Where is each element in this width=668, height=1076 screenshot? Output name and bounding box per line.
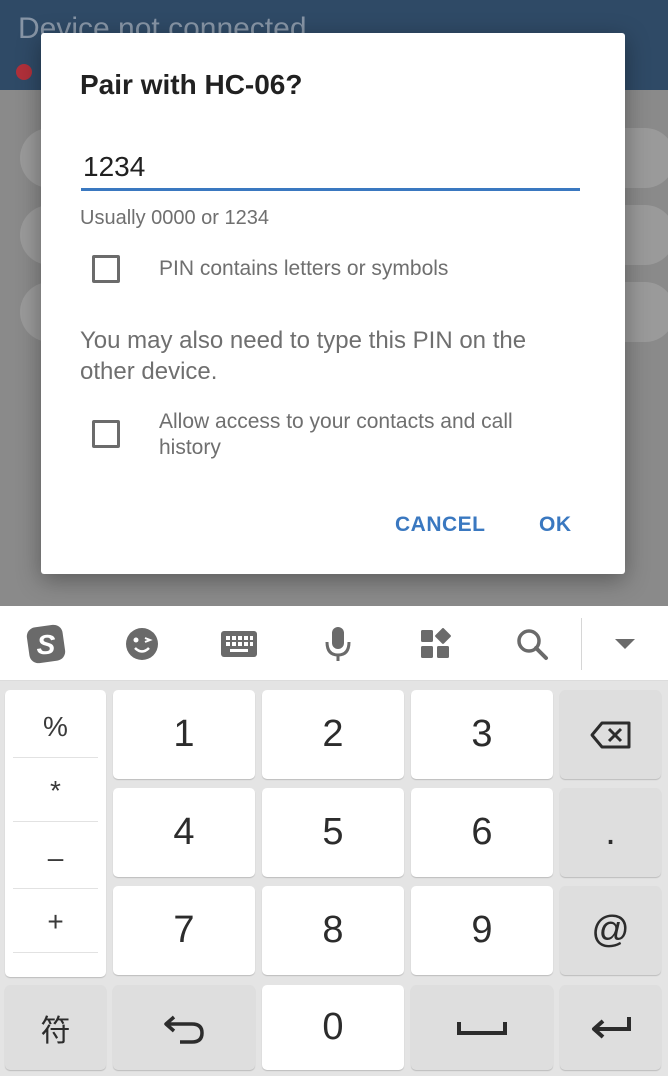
key-1[interactable]: 1 bbox=[113, 690, 255, 779]
undo-return-icon bbox=[164, 1015, 204, 1044]
enter-key[interactable] bbox=[560, 985, 661, 1070]
contacts-access-checkbox[interactable] bbox=[92, 420, 120, 448]
microphone-icon[interactable] bbox=[318, 624, 358, 664]
pin-letters-checkbox[interactable] bbox=[92, 255, 120, 283]
cancel-button[interactable]: CANCEL bbox=[395, 513, 486, 537]
key-2[interactable]: 2 bbox=[262, 690, 404, 779]
space-key[interactable] bbox=[411, 985, 553, 1070]
symbol-key-percent[interactable]: % bbox=[13, 696, 98, 758]
key-4[interactable]: 4 bbox=[113, 788, 255, 877]
symbols-key[interactable]: 符 bbox=[5, 985, 106, 1070]
pin-letters-label[interactable]: PIN contains letters or symbols bbox=[159, 257, 448, 281]
emoji-icon[interactable] bbox=[122, 624, 162, 664]
enter-icon bbox=[591, 1016, 631, 1038]
symbol-key-comma[interactable]: , bbox=[13, 948, 98, 977]
return-key[interactable] bbox=[113, 985, 255, 1070]
pairing-dialog: Pair with HC-06? Usually 0000 or 1234 PI… bbox=[41, 33, 625, 574]
backspace-icon bbox=[590, 721, 630, 748]
svg-text:S: S bbox=[37, 629, 56, 660]
space-icon bbox=[457, 1021, 507, 1035]
symbol-key-plus[interactable]: + bbox=[13, 891, 98, 953]
key-5[interactable]: 5 bbox=[262, 788, 404, 877]
numeric-keyboard: % * – + , 1 2 3 4 5 6 . 7 8 9 @ 符 0 bbox=[0, 681, 668, 1076]
symbol-key-minus[interactable]: – bbox=[13, 827, 98, 889]
dialog-title: Pair with HC-06? bbox=[80, 69, 303, 100]
key-3[interactable]: 3 bbox=[411, 690, 553, 779]
keyboard-icon[interactable] bbox=[219, 624, 259, 664]
collapse-down-icon[interactable] bbox=[605, 624, 645, 664]
symbol-key-asterisk[interactable]: * bbox=[13, 760, 98, 822]
key-7[interactable]: 7 bbox=[113, 886, 255, 975]
sogou-logo-icon[interactable]: S bbox=[24, 622, 68, 666]
toolbar-divider bbox=[581, 618, 582, 670]
pin-hint: Usually 0000 or 1234 bbox=[80, 207, 270, 229]
key-0[interactable]: 0 bbox=[262, 985, 404, 1070]
contacts-access-label[interactable]: Allow access to your contacts and call h… bbox=[159, 409, 579, 461]
symbol-list[interactable]: % * – + , bbox=[5, 690, 106, 977]
pin-input[interactable] bbox=[81, 145, 580, 191]
key-8[interactable]: 8 bbox=[262, 886, 404, 975]
at-key[interactable]: @ bbox=[560, 886, 661, 975]
backspace-key[interactable] bbox=[560, 690, 661, 779]
period-key[interactable]: . bbox=[560, 788, 661, 877]
search-icon[interactable] bbox=[512, 624, 552, 664]
pin-note: You may also need to type this PIN on th… bbox=[80, 327, 527, 385]
key-6[interactable]: 6 bbox=[411, 788, 553, 877]
ok-button[interactable]: OK bbox=[539, 513, 572, 537]
key-9[interactable]: 9 bbox=[411, 886, 553, 975]
apps-grid-icon[interactable] bbox=[415, 624, 455, 664]
keyboard-toolbar: S bbox=[0, 606, 668, 681]
connection-status-dot bbox=[16, 64, 32, 80]
